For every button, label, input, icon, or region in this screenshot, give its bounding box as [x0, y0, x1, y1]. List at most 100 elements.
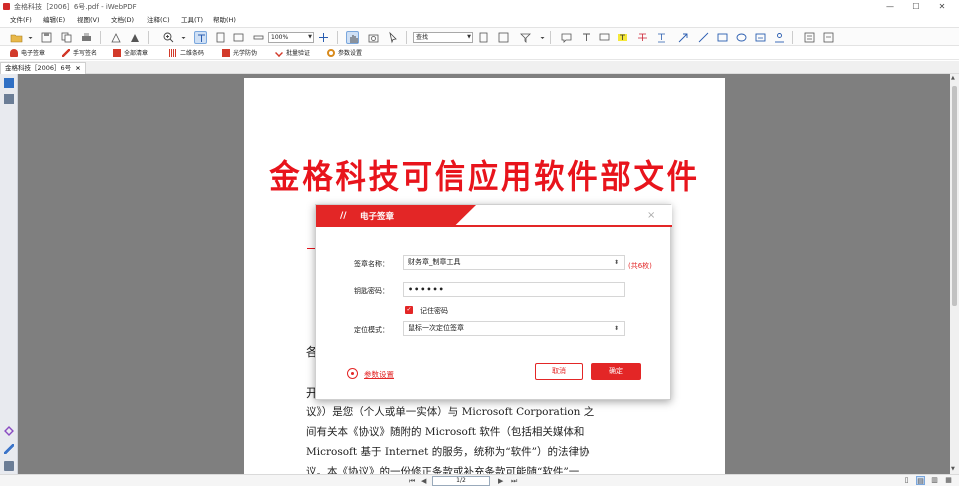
strikeout-icon[interactable] [636, 31, 649, 44]
page-number-input[interactable]: 1/2 [432, 476, 490, 486]
menu-annotate[interactable]: 注释(C) [147, 15, 170, 25]
page-thumbnails-icon[interactable] [4, 78, 14, 88]
clear-all-seals-button[interactable]: 全部清章 [113, 49, 148, 58]
open-dropdown-icon[interactable] [24, 31, 33, 44]
settings-gear-icon[interactable] [347, 368, 358, 379]
menu-help[interactable]: 帮助(H) [213, 15, 236, 25]
print-icon[interactable] [80, 31, 93, 44]
facing-view-icon[interactable]: ▦ [944, 476, 953, 485]
form-fill-icon[interactable] [822, 31, 835, 44]
title-bar: 金格科技［2006］6号.pdf - iWebPDF — ☐ ✕ [0, 0, 959, 13]
user-sign-icon[interactable] [773, 31, 786, 44]
remember-password-checkbox[interactable]: ✓ [405, 306, 413, 314]
confirm-button[interactable]: 确定 [591, 363, 641, 380]
toolbar-divider [100, 31, 101, 44]
filter-dropdown-icon[interactable] [536, 31, 545, 44]
barcode-icon [169, 49, 177, 57]
signature-toolbar: 电子签章 手写签名 全部清章 二维条码 光学防伪 批量验证 参数设置 [0, 47, 959, 60]
line-tool-icon[interactable] [697, 31, 710, 44]
menu-edit[interactable]: 编辑(E) [43, 15, 65, 25]
scrollbar-thumb[interactable] [952, 86, 957, 306]
actual-size-icon[interactable] [252, 31, 265, 44]
bookmark-icon[interactable] [497, 31, 510, 44]
next-page-button[interactable]: ▶ [498, 476, 503, 486]
arrow-tool-icon[interactable] [677, 31, 690, 44]
underline-icon[interactable] [655, 31, 668, 44]
minimize-button[interactable]: — [878, 1, 902, 12]
batch-verify-button[interactable]: 批量验证 [275, 49, 310, 58]
callout-icon[interactable] [598, 31, 611, 44]
dialog-header-rule [316, 225, 672, 227]
bookmarks-panel-icon[interactable] [4, 94, 14, 104]
vertical-scrollbar[interactable]: ▲ ▼ [950, 74, 959, 474]
rotate-left-icon[interactable] [110, 31, 123, 44]
document-tab[interactable]: 金格科技［2006］6号 × [0, 62, 86, 74]
layers-icon[interactable] [4, 426, 14, 436]
search-input[interactable]: 查找 ▼ [413, 32, 473, 43]
open-folder-icon[interactable] [10, 31, 23, 44]
form-edit-icon[interactable] [803, 31, 816, 44]
zoom-dropdown-icon[interactable] [177, 31, 186, 44]
main-toolbar: 100% ▼ 查找 ▼ [0, 27, 959, 46]
seal-name-select[interactable]: 财务章_制章工具 ⬍ [403, 255, 625, 270]
rectangle-tool-icon[interactable] [716, 31, 729, 44]
fit-page-icon[interactable] [214, 31, 227, 44]
body-text-line: 议》）是您（个人或单一实体）与 Microsoft Corporation 之 [306, 406, 595, 418]
dialog-header: // 电子签章 × [316, 205, 672, 227]
toolbar-divider [792, 31, 793, 44]
fit-width-icon[interactable] [232, 31, 245, 44]
highlight-icon[interactable] [616, 31, 629, 44]
continuous-view-icon[interactable]: ▤ [916, 476, 925, 485]
qrcode-button[interactable]: 二维条码 [169, 49, 204, 58]
comment-icon[interactable] [560, 31, 573, 44]
last-page-button[interactable]: ⏭ [511, 476, 517, 486]
toolbar-divider [550, 31, 551, 44]
snapshot-icon[interactable] [367, 31, 380, 44]
close-window-button[interactable]: ✕ [930, 1, 954, 12]
key-password-input[interactable]: •••••• [403, 282, 625, 297]
filter-icon[interactable] [519, 31, 532, 44]
first-page-button[interactable]: ⏮ [409, 476, 415, 486]
zoom-plus-icon[interactable] [317, 31, 330, 44]
signature-panel-icon[interactable] [4, 444, 14, 454]
search-doc-icon[interactable] [477, 31, 490, 44]
ellipse-tool-icon[interactable] [735, 31, 748, 44]
two-page-view-icon[interactable]: ▥ [930, 476, 939, 485]
stamp-tool-icon[interactable] [754, 31, 767, 44]
rotate-right-icon[interactable] [128, 31, 141, 44]
body-text-line: 间有关本《协议》随附的 Microsoft 软件（包括相关媒体和 [306, 426, 585, 438]
handwrite-sign-button[interactable]: 手写签名 [62, 49, 97, 58]
maximize-button[interactable]: ☐ [904, 1, 928, 12]
toolbar-divider [148, 31, 149, 44]
menu-file[interactable]: 文件(F) [10, 15, 32, 25]
dialog-logo-icon: // [340, 211, 347, 221]
single-page-view-icon[interactable]: ▯ [902, 476, 911, 485]
menu-view[interactable]: 视图(V) [77, 15, 100, 25]
zoom-in-icon[interactable] [162, 31, 175, 44]
esign-button[interactable]: 电子签章 [10, 49, 45, 58]
esign-dialog: // 电子签章 × 签章名称： 财务章_制章工具 ⬍ (共6枚) 钥匙密码： ••… [315, 204, 672, 400]
scroll-down-icon[interactable]: ▼ [951, 466, 955, 472]
pointer-icon[interactable] [386, 31, 399, 44]
menu-document[interactable]: 文档(D) [111, 15, 134, 25]
comments-panel-icon[interactable] [4, 461, 14, 471]
hand-tool-icon[interactable] [346, 31, 359, 44]
parameter-settings-button[interactable]: 参数设置 [327, 49, 362, 58]
status-bar: ⏮ ◀ 1/2 ▶ ⏭ ▯ ▤ ▥ ▦ [0, 474, 959, 486]
cancel-button[interactable]: 取消 [535, 363, 583, 380]
text-box-icon[interactable] [580, 31, 593, 44]
window-title: 金格科技［2006］6号.pdf - iWebPDF [14, 3, 137, 11]
select-text-icon[interactable] [194, 31, 207, 44]
menu-tools[interactable]: 工具(T) [181, 15, 203, 25]
zoom-select[interactable]: 100% ▼ [268, 32, 314, 43]
tab-close-icon[interactable]: × [75, 64, 80, 72]
parameter-settings-link[interactable]: 参数设置 [364, 369, 394, 380]
save-icon[interactable] [40, 31, 53, 44]
dialog-close-icon[interactable]: × [647, 211, 655, 221]
optical-antifake-button[interactable]: 光学防伪 [222, 49, 257, 58]
position-mode-select[interactable]: 鼠标一次定位签章 ⬍ [403, 321, 625, 336]
scroll-up-icon[interactable]: ▲ [951, 75, 955, 81]
prev-page-button[interactable]: ◀ [421, 476, 426, 486]
copy-icon[interactable] [60, 31, 73, 44]
left-sidebar [0, 74, 18, 474]
